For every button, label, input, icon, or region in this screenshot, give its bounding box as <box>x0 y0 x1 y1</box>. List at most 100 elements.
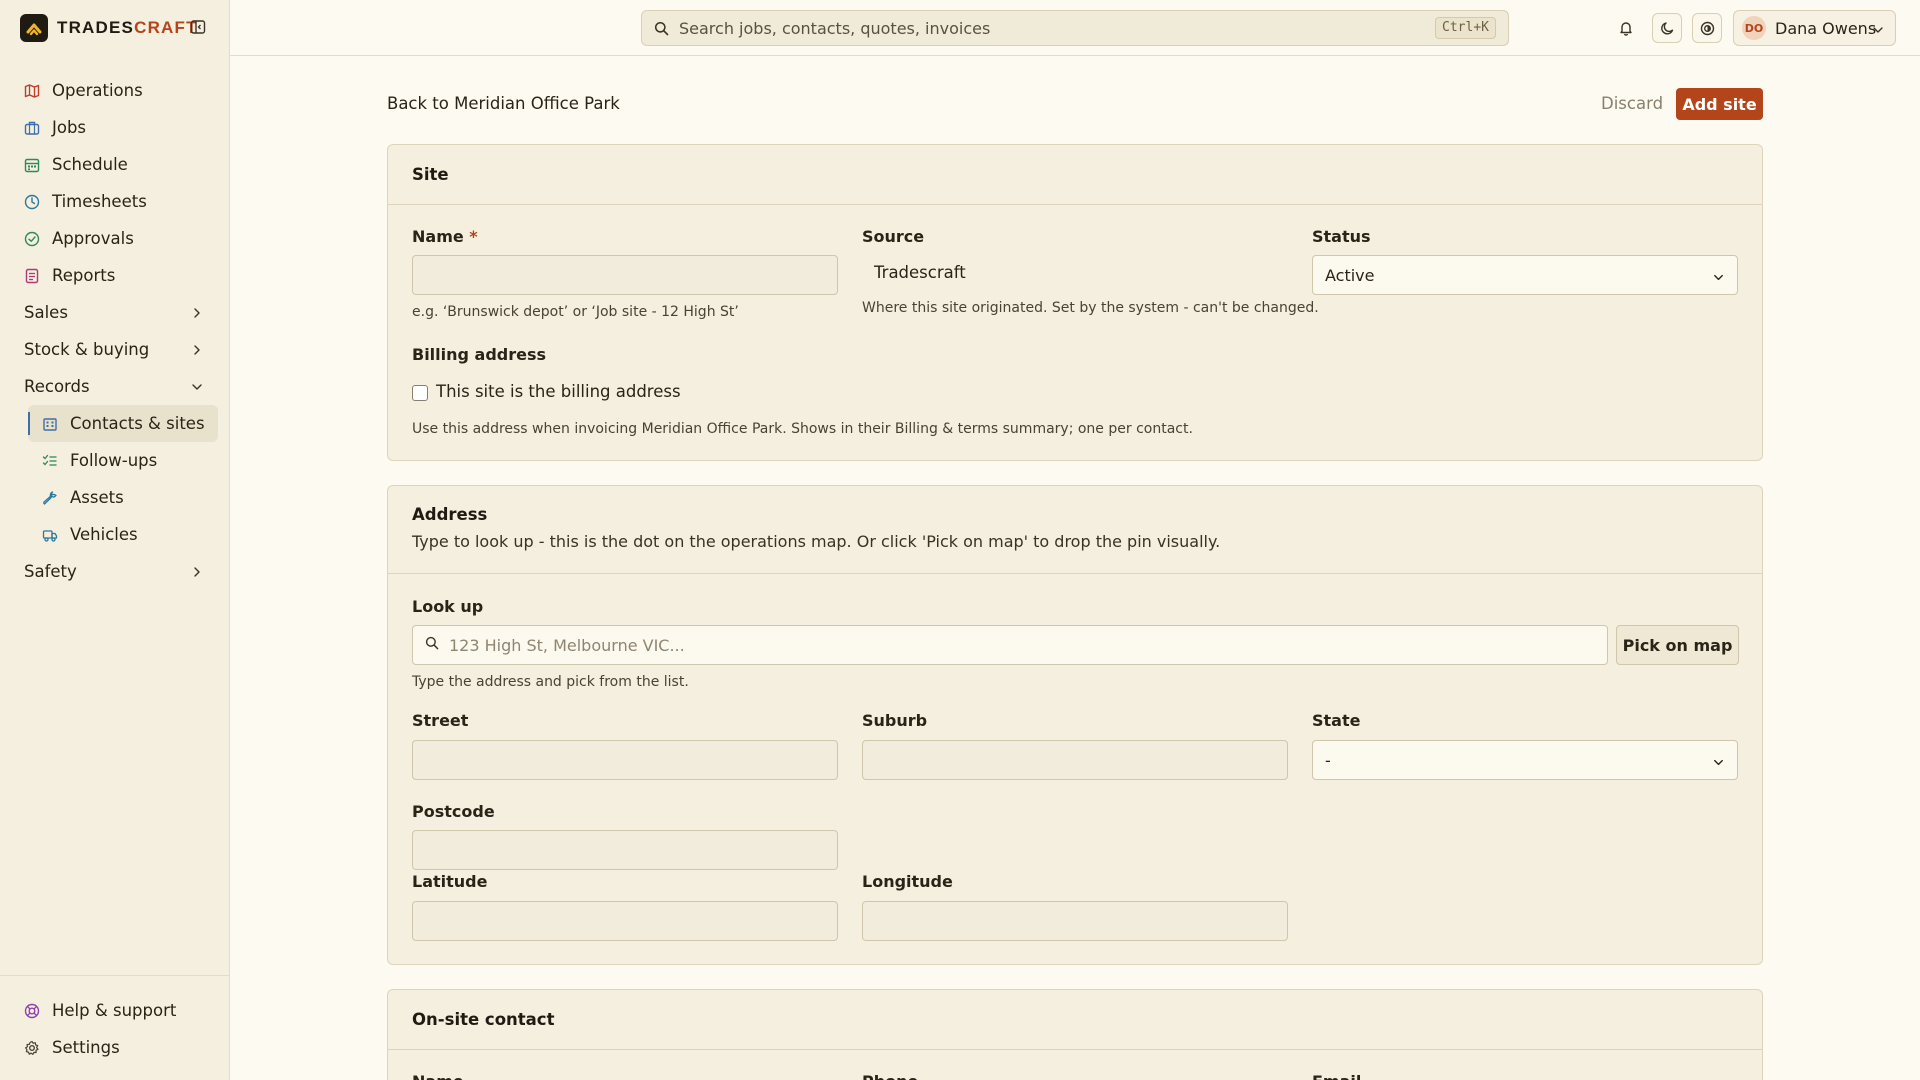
sidebar-group-label: Sales <box>24 303 68 322</box>
latitude-label: Latitude <box>412 872 488 891</box>
add-site-button[interactable]: Add site <box>1676 88 1763 120</box>
sidebar-item-assets[interactable]: Assets <box>28 479 218 516</box>
briefcase-icon <box>24 120 40 136</box>
sidebar-item-reports[interactable]: Reports <box>12 257 218 294</box>
bell-icon[interactable] <box>1611 13 1641 43</box>
source-label: Source <box>862 227 925 246</box>
truck-icon <box>42 527 58 543</box>
records-subnav: Contacts & sites Follow-ups Assets Vehic… <box>12 405 218 553</box>
site-card: Site Name * e.g. ‘Brunswick depot’ or ‘J… <box>387 144 1763 461</box>
sidebar-item-vehicles[interactable]: Vehicles <box>28 516 218 553</box>
chevron-down-icon <box>1712 269 1725 282</box>
billing-checkbox[interactable] <box>412 385 428 401</box>
pick-on-map-button[interactable]: Pick on map <box>1616 625 1739 665</box>
suburb-label: Suburb <box>862 711 928 730</box>
postcode-field[interactable] <box>412 830 838 870</box>
address-card-header: Address Type to look up - this is the do… <box>388 486 1762 574</box>
address-lookup-input[interactable] <box>449 635 1549 655</box>
status-value: Active <box>1325 265 1375 285</box>
sidebar-group-label: Safety <box>24 562 77 581</box>
chevron-down-icon <box>1871 22 1885 36</box>
sidebar-group-safety[interactable]: Safety <box>12 553 218 590</box>
sidebar-item-help[interactable]: Help & support <box>12 992 218 1029</box>
postcode-label: Postcode <box>412 802 495 821</box>
address-card-subtitle: Type to look up - this is the dot on the… <box>412 532 1221 551</box>
source-help: Where this site originated. Set by the s… <box>862 300 1319 316</box>
search-placeholder: Search jobs, contacts, quotes, invoices <box>679 18 991 38</box>
street-field[interactable] <box>412 740 838 780</box>
sidebar-item-label: Contacts & sites <box>70 414 205 433</box>
sidebar-item-label: Assets <box>70 488 124 507</box>
status-select[interactable]: Active <box>1312 255 1738 295</box>
sidebar-item-settings[interactable]: Settings <box>12 1029 218 1066</box>
name-help: e.g. ‘Brunswick depot’ or ‘Job site - 12… <box>412 304 739 320</box>
contact-email-label: Email <box>1312 1072 1361 1080</box>
clock-icon <box>24 194 40 210</box>
lifebuoy-icon <box>24 1003 40 1019</box>
wrench-icon <box>42 490 58 506</box>
dark-mode-toggle-icon[interactable] <box>1652 13 1682 43</box>
source-value: Tradescraft <box>874 263 966 282</box>
street-label: Street <box>412 711 469 730</box>
sidebar-footer: Help & support Settings <box>0 975 230 1066</box>
sidebar-group-sales[interactable]: Sales <box>12 294 218 331</box>
contact-name-label: Name <box>412 1072 464 1080</box>
site-card-header: Site <box>388 145 1762 205</box>
sidebar-item-operations[interactable]: Operations <box>12 72 218 109</box>
suburb-field[interactable] <box>862 740 1288 780</box>
discard-button[interactable]: Discard <box>1601 94 1663 113</box>
gear-icon <box>24 1040 40 1056</box>
sidebar-item-label: Reports <box>52 266 116 285</box>
sidebar-item-label: Operations <box>52 81 143 100</box>
sidebar-item-label: Timesheets <box>52 192 147 211</box>
sidebar-item-follow-ups[interactable]: Follow-ups <box>28 442 218 479</box>
state-label: State <box>1312 711 1361 730</box>
sidebar-item-label: Follow-ups <box>70 451 158 470</box>
name-label: Name * <box>412 227 478 246</box>
longitude-label: Longitude <box>862 872 953 891</box>
onsite-contact-header: On-site contact <box>388 990 1762 1050</box>
back-link[interactable]: Back to Meridian Office Park <box>387 94 620 113</box>
sidebar-item-contacts-sites[interactable]: Contacts & sites <box>28 405 218 442</box>
sidebar-item-jobs[interactable]: Jobs <box>12 109 218 146</box>
onsite-contact-card: On-site contact Name Phone Email <box>387 989 1763 1080</box>
sidebar-item-approvals[interactable]: Approvals <box>12 220 218 257</box>
brand-logo-icon <box>20 14 48 42</box>
sidebar-group-label: Stock & buying <box>24 340 150 359</box>
state-select[interactable]: - <box>1312 740 1738 780</box>
sidebar-group-records[interactable]: Records <box>12 368 218 405</box>
list-check-icon <box>42 453 58 469</box>
sidebar-group-stock[interactable]: Stock & buying <box>12 331 218 368</box>
longitude-field[interactable] <box>862 901 1288 941</box>
sidebar-item-timesheets[interactable]: Timesheets <box>12 183 218 220</box>
sidebar-nav: Operations Jobs Schedule Timesheets Appr… <box>12 72 218 590</box>
address-card: Address Type to look up - this is the do… <box>387 485 1763 965</box>
address-card-title: Address <box>412 505 488 524</box>
sidebar-item-label: Schedule <box>52 155 128 174</box>
contact-phone-label: Phone <box>862 1072 918 1080</box>
main-content: Back to Meridian Office Park Discard Add… <box>230 56 1920 1080</box>
lookup-help: Type the address and pick from the list. <box>412 674 689 690</box>
sidebar: TRADESCRAFT Operations Jobs Schedule Tim… <box>0 0 230 1080</box>
billing-checkbox-label[interactable]: This site is the billing address <box>436 382 681 401</box>
sidebar-item-label: Jobs <box>52 118 87 137</box>
global-search[interactable]: Search jobs, contacts, quotes, invoices … <box>641 10 1509 46</box>
sidebar-collapse-icon[interactable] <box>190 19 208 37</box>
chevron-right-icon <box>190 305 204 319</box>
latitude-field[interactable] <box>412 901 838 941</box>
billing-help: Use this address when invoicing Meridian… <box>412 421 1193 437</box>
building-icon <box>42 416 58 432</box>
check-circle-icon <box>24 231 40 247</box>
chevron-down-icon <box>190 379 204 393</box>
address-lookup[interactable] <box>412 625 1608 665</box>
state-value: - <box>1325 750 1331 770</box>
name-field[interactable] <box>412 255 838 295</box>
brand[interactable]: TRADESCRAFT <box>20 14 198 42</box>
sidebar-item-schedule[interactable]: Schedule <box>12 146 218 183</box>
sidebar-item-label: Settings <box>52 1038 120 1057</box>
sidebar-item-label: Vehicles <box>70 525 138 544</box>
sidebar-item-label: Approvals <box>52 229 134 248</box>
user-menu[interactable]: DO Dana Owens <box>1733 10 1896 46</box>
contrast-icon[interactable] <box>1692 13 1722 43</box>
map-icon <box>24 83 40 99</box>
